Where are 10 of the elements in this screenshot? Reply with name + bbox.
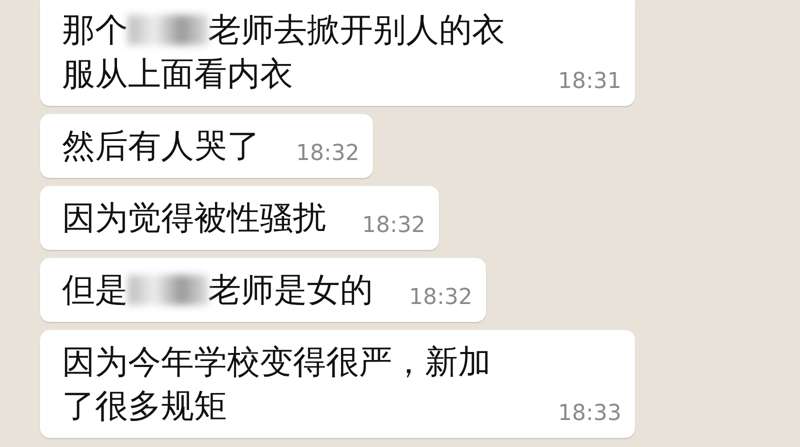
message-time: 18:31 — [558, 69, 622, 96]
message-text: 那个 老师去掀开别人的衣服从上面看内衣 — [62, 9, 506, 95]
message-text: 然后有人哭了 — [62, 125, 260, 167]
message-text: 因为今年学校变得很严，新加了很多规矩 — [62, 341, 492, 427]
message-time: 18:33 — [558, 401, 622, 428]
message-text: 但是 老师是女的 — [62, 269, 373, 311]
message-time: 18:32 — [296, 141, 360, 168]
message-text: 因为觉得被性骚扰 — [62, 197, 326, 239]
message-time: 18:32 — [409, 285, 472, 312]
message-time: 18:32 — [362, 213, 426, 240]
